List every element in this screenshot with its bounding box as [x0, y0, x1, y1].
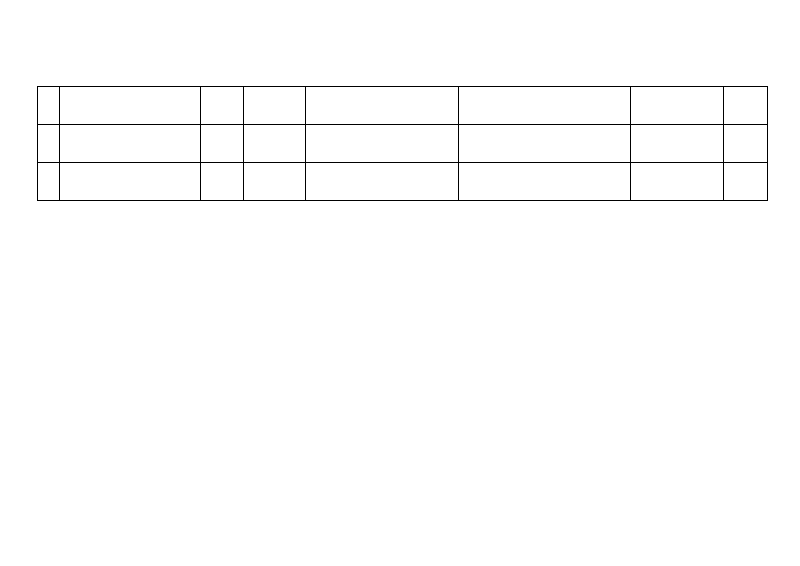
cell	[244, 125, 306, 163]
cell	[306, 125, 459, 163]
cell	[306, 87, 459, 125]
cell	[459, 125, 631, 163]
cell	[724, 163, 768, 201]
cell	[244, 87, 306, 125]
cell	[38, 87, 60, 125]
cell	[459, 87, 631, 125]
cell	[244, 163, 306, 201]
cell	[201, 125, 244, 163]
cell	[60, 163, 201, 201]
cell	[631, 163, 724, 201]
empty-table	[37, 86, 768, 201]
cell	[60, 125, 201, 163]
cell	[38, 163, 60, 201]
cell	[306, 163, 459, 201]
page	[0, 0, 800, 566]
table-row	[38, 125, 768, 163]
cell	[459, 163, 631, 201]
table-row	[38, 163, 768, 201]
cell	[724, 125, 768, 163]
table-row	[38, 87, 768, 125]
cell	[631, 125, 724, 163]
cell	[201, 87, 244, 125]
cell	[60, 87, 201, 125]
cell	[38, 125, 60, 163]
cell	[201, 163, 244, 201]
cell	[631, 87, 724, 125]
cell	[724, 87, 768, 125]
